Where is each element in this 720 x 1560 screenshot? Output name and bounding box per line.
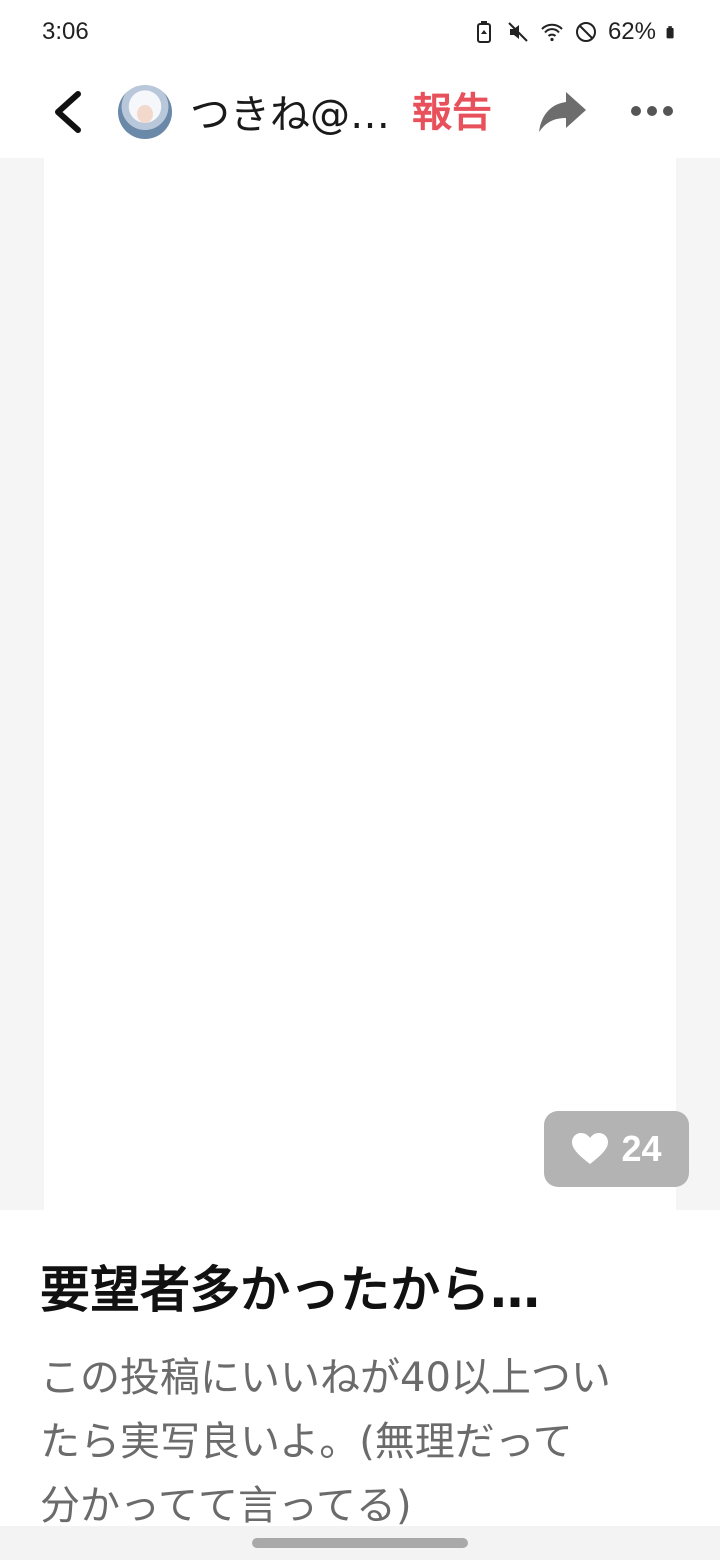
heart-icon bbox=[572, 1133, 609, 1164]
gesture-nav-bar[interactable] bbox=[252, 1538, 468, 1548]
post-header: つきね@… 報告 bbox=[0, 66, 720, 158]
status-icons: 62% bbox=[472, 18, 680, 46]
wifi-icon bbox=[541, 23, 563, 42]
author-name[interactable]: つきね@… bbox=[190, 82, 390, 140]
author-avatar[interactable] bbox=[118, 85, 172, 139]
status-time: 3:06 bbox=[42, 18, 89, 45]
do-not-disturb-icon bbox=[575, 22, 596, 42]
battery-icon bbox=[666, 26, 674, 39]
post-body: この投稿にいいねが40以上つい たら実写良いよ。(無理だって 分かってて言ってる… bbox=[40, 1346, 690, 1526]
battery-saver-icon bbox=[476, 21, 491, 43]
mute-icon bbox=[508, 22, 528, 42]
post-body-line: たら実写良いよ。(無理だって bbox=[40, 1419, 573, 1465]
status-bar: 3:06 62% bbox=[0, 0, 720, 66]
post-body-line: この投稿にいいねが40以上つい bbox=[40, 1355, 611, 1401]
more-dots-icon bbox=[631, 106, 673, 116]
like-count: 24 bbox=[621, 1128, 662, 1169]
back-button[interactable] bbox=[44, 84, 92, 140]
back-chevron-icon bbox=[55, 91, 81, 133]
like-button[interactable]: 24 bbox=[544, 1111, 689, 1187]
post-image[interactable] bbox=[44, 158, 676, 1210]
report-button[interactable]: 報告 bbox=[412, 80, 492, 138]
post-title: 要望者多かったから… bbox=[40, 1261, 540, 1319]
post-body-line: 分かってて言ってる) bbox=[40, 1483, 412, 1526]
share-icon bbox=[539, 92, 586, 132]
avatar-face bbox=[137, 105, 153, 123]
more-options-button[interactable] bbox=[628, 96, 676, 126]
battery-percent: 62% bbox=[607, 18, 656, 45]
share-button[interactable] bbox=[534, 86, 590, 138]
